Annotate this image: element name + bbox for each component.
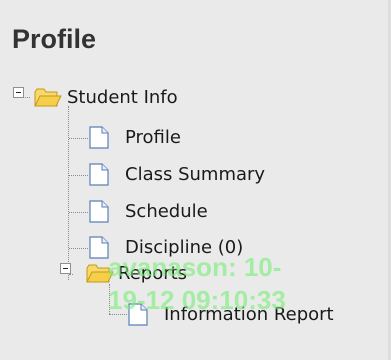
tree-connector — [109, 284, 110, 314]
tree-connector — [68, 106, 69, 280]
document-icon — [89, 126, 109, 149]
tree-node-class-summary[interactable]: Class Summary — [125, 165, 265, 185]
folder-open-icon — [86, 264, 114, 283]
tree-connector — [69, 212, 88, 213]
tree-node-information-report[interactable]: Information Report — [164, 305, 334, 325]
collapse-toggle-student-info[interactable] — [13, 87, 24, 98]
collapse-toggle-reports[interactable] — [60, 263, 71, 274]
tree-node-profile[interactable]: Profile — [125, 128, 181, 148]
folder-open-icon — [34, 88, 62, 107]
document-icon — [89, 200, 109, 223]
tree-connector — [109, 314, 127, 315]
document-icon — [128, 303, 148, 326]
tree-connector — [69, 175, 88, 176]
tree-node-student-info[interactable]: Student Info — [67, 88, 178, 108]
tree-connector — [69, 248, 88, 249]
tree-connector — [69, 274, 73, 275]
document-icon — [89, 163, 109, 186]
profile-panel: Profile Student Info Profile Class Summa… — [0, 0, 391, 360]
tree-node-discipline[interactable]: Discipline (0) — [125, 238, 243, 258]
tree-connector — [69, 138, 88, 139]
document-icon — [89, 236, 109, 259]
navigation-tree: Student Info Profile Class Summary Sched… — [0, 0, 391, 360]
tree-node-reports[interactable]: Reports — [118, 264, 187, 284]
tree-node-schedule[interactable]: Schedule — [125, 202, 208, 222]
